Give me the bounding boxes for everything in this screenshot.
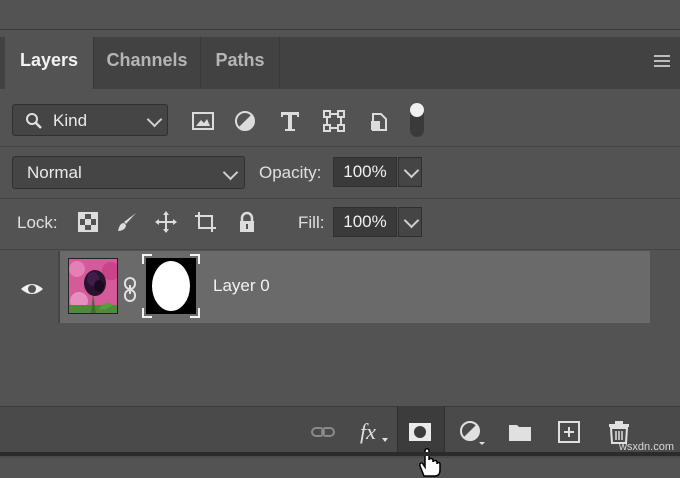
tab-divider — [279, 37, 280, 89]
new-layer-icon[interactable] — [555, 418, 583, 446]
visibility-eye-icon[interactable] — [12, 279, 52, 299]
panel-menu-icon[interactable] — [654, 55, 670, 67]
filter-toggle[interactable] — [410, 103, 424, 137]
hand-cursor-icon — [419, 448, 441, 477]
divider — [0, 249, 680, 250]
divider — [0, 198, 680, 199]
lock-image-icon[interactable] — [115, 210, 139, 234]
fill-input[interactable]: 100% — [333, 207, 397, 237]
lock-position-icon[interactable] — [154, 210, 178, 234]
opacity-label: Opacity: — [259, 163, 322, 182]
fx-dropdown-caret — [382, 438, 388, 442]
blend-mode-select[interactable]: Normal — [12, 156, 245, 189]
link-layers-icon[interactable] — [309, 418, 337, 446]
mask-link-icon[interactable] — [122, 277, 138, 303]
fill-label: Fill: — [298, 213, 325, 232]
tab-channels[interactable]: Channels — [94, 37, 200, 89]
tab-layers[interactable]: Layers — [5, 37, 93, 89]
new-group-icon[interactable] — [506, 418, 534, 446]
lock-transparent-icon[interactable] — [76, 210, 100, 234]
filter-toggle-knob — [410, 103, 424, 117]
lock-artboard-icon[interactable] — [193, 210, 217, 234]
chevron-down-icon — [403, 212, 420, 229]
filter-kind-select[interactable]: Kind — [12, 104, 168, 136]
chevron-down-icon — [222, 164, 239, 181]
tab-paths[interactable]: Paths — [201, 37, 279, 89]
lock-all-icon[interactable] — [235, 210, 259, 234]
layer-name[interactable]: Layer 0 — [213, 276, 270, 296]
opacity-input[interactable]: 100% — [333, 157, 397, 187]
shape-filter-icon[interactable] — [321, 108, 347, 134]
filter-kind-label: Kind — [53, 111, 88, 130]
fx-icon[interactable]: fx — [360, 419, 376, 445]
layer-thumbnail-image — [69, 259, 117, 313]
smart-object-filter-icon[interactable] — [366, 108, 392, 134]
layer-thumbnail[interactable] — [68, 258, 118, 314]
chevron-down-icon — [146, 111, 163, 128]
adjustment-filter-icon[interactable] — [232, 108, 258, 134]
adjustment-layer-icon[interactable] — [457, 418, 485, 446]
add-mask-icon[interactable] — [406, 418, 434, 446]
chevron-down-icon — [403, 162, 420, 179]
top-strip — [0, 0, 680, 29]
blend-mode-value: Normal — [27, 163, 82, 182]
fill-dropdown[interactable] — [398, 207, 422, 237]
layers-panel: Layers Channels Paths Kind Normal Opacit… — [0, 29, 680, 477]
search-icon — [26, 113, 42, 129]
window-bottom-edge — [0, 452, 680, 456]
lock-label: Lock: — [17, 213, 58, 232]
opacity-dropdown[interactable] — [398, 157, 422, 187]
type-filter-icon[interactable] — [277, 108, 303, 134]
watermark: wsxdn.com — [618, 441, 674, 453]
image-filter-icon[interactable] — [190, 108, 216, 134]
layer-mask-thumbnail[interactable] — [142, 254, 200, 318]
tab-bar: Layers Channels Paths — [0, 37, 680, 89]
divider — [0, 146, 680, 147]
